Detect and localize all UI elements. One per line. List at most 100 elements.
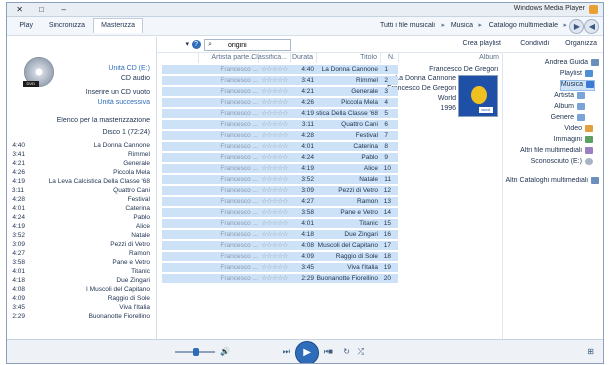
table-row[interactable]: 3 Generale 4:21 ☆☆☆☆☆ Francesco ...	[162, 87, 398, 96]
tab-burn[interactable]: Masterizza	[92, 18, 143, 33]
column-header-rating[interactable]: Classifica...	[251, 53, 290, 63]
track-rating[interactable]: ☆☆☆☆☆	[261, 131, 288, 140]
nav-pictures[interactable]: Immagini	[554, 136, 593, 145]
list-item[interactable]: Festival 4:28	[12, 195, 150, 204]
nav-genre[interactable]: Genere	[551, 114, 585, 123]
nav-user[interactable]: Andrea Guida	[545, 59, 599, 68]
track-rating[interactable]: ☆☆☆☆☆	[261, 164, 288, 173]
track-rating[interactable]: ☆☆☆☆☆	[261, 98, 288, 107]
search-icon[interactable]: ⌕	[208, 41, 212, 49]
list-item[interactable]: Titanic 4:01	[12, 267, 150, 276]
table-row[interactable]: 12 Pezzi di Vetro 3:09 ☆☆☆☆☆ Francesco ...	[162, 186, 398, 195]
nav-disc-drive[interactable]: Sconosciuto (E:)	[531, 158, 593, 167]
breadcrumb-library[interactable]: Catalogo multimediale	[488, 22, 557, 29]
list-item[interactable]: Buonanotte Fiorellino 2:29	[12, 312, 150, 321]
view-options-button[interactable]: ▾	[185, 40, 189, 48]
track-rating[interactable]: ☆☆☆☆☆	[261, 274, 288, 283]
track-rating[interactable]: ☆☆☆☆☆	[261, 109, 288, 118]
list-item[interactable]: I Muscoli del Capitano 4:08	[12, 285, 150, 294]
table-row[interactable]: 5 La Leva Calcistica Della Classe '684:19…	[162, 109, 398, 118]
table-row[interactable]: 1 La Donna Cannone 4:40 ☆☆☆☆☆ Francesco ...	[162, 65, 398, 74]
list-item[interactable]: Ramon 4:27	[12, 249, 150, 258]
list-item[interactable]: Rimmel 3:41	[12, 150, 150, 159]
table-row[interactable]: 6 Quattro Cani 3:11 ☆☆☆☆☆ Francesco ...	[162, 120, 398, 129]
table-row[interactable]: 9 Pablo 4:24 ☆☆☆☆☆ Francesco ...	[162, 153, 398, 162]
list-item[interactable]: La Donna Cannone 4:40	[12, 141, 150, 150]
table-row[interactable]: 10 Alice 4:19 ☆☆☆☆☆ Francesco ...	[162, 164, 398, 173]
nav-playlist[interactable]: Playlist	[560, 70, 593, 79]
breadcrumb-music[interactable]: Musica	[451, 22, 473, 29]
table-row[interactable]: 19 Viva l'Italia 3:45 ☆☆☆☆☆ Francesco ...	[162, 263, 398, 272]
table-row[interactable]: 15 Titanic 4:01 ☆☆☆☆☆ Francesco ...	[162, 219, 398, 228]
list-item[interactable]: Caterina 4:01	[12, 204, 150, 213]
breadcrumb-all-music[interactable]: Tutti i file musicali	[380, 22, 435, 29]
track-rating[interactable]: ☆☆☆☆☆	[261, 241, 288, 250]
back-button[interactable]: ◀	[584, 19, 599, 34]
table-row[interactable]: 20 Buonanotte Fiorellino 2:29 ☆☆☆☆☆ Francesc…	[162, 274, 398, 283]
volume-knob[interactable]	[193, 348, 199, 356]
search-input[interactable]	[228, 40, 288, 50]
list-item[interactable]: Alice 4:19	[12, 222, 150, 231]
create-playlist-menu[interactable]: Crea playlist	[462, 40, 501, 47]
list-item[interactable]: Raggio di Sole 4:09	[12, 294, 150, 303]
column-header-contributing-artist[interactable]: Artista parte...	[198, 53, 258, 63]
nav-album[interactable]: Album	[554, 103, 585, 112]
play-button[interactable]: ▶	[295, 341, 319, 364]
repeat-button[interactable]: ↻	[341, 346, 353, 358]
stream-menu[interactable]: Condividi	[520, 40, 549, 47]
track-rating[interactable]: ☆☆☆☆☆	[261, 186, 288, 195]
list-item[interactable]: Viva l'Italia 3:45	[12, 303, 150, 312]
list-item[interactable]: Due Zingari 4:18	[12, 276, 150, 285]
track-rating[interactable]: ☆☆☆☆☆	[261, 230, 288, 239]
forward-button[interactable]: ▶	[569, 19, 584, 34]
column-header-title[interactable]: Titolo	[316, 53, 380, 63]
track-rating[interactable]: ☆☆☆☆☆	[261, 142, 288, 151]
track-rating[interactable]: ☆☆☆☆☆	[261, 208, 288, 217]
help-icon[interactable]: ?	[192, 40, 201, 49]
column-header-album[interactable]: Album	[398, 53, 502, 63]
table-row[interactable]: 7 Festival 4:28 ☆☆☆☆☆ Francesco ...	[162, 131, 398, 140]
column-header-number[interactable]: N.	[380, 53, 398, 63]
nav-other-libraries[interactable]: Altri Cataloghi multimediali	[506, 177, 599, 186]
list-item[interactable]: Generale 4:21	[12, 159, 150, 168]
list-item[interactable]: Pablo 4:24	[12, 213, 150, 222]
track-rating[interactable]: ☆☆☆☆☆	[261, 252, 288, 261]
table-row[interactable]: 18 Raggio di Sole 4:09 ☆☆☆☆☆ Francesco ...	[162, 252, 398, 261]
close-button[interactable]: ✕	[9, 4, 31, 15]
nav-other-media[interactable]: Altri file multimediali	[520, 147, 593, 156]
track-rating[interactable]: ☆☆☆☆☆	[261, 263, 288, 272]
tab-play[interactable]: Play	[11, 18, 41, 34]
minimize-button[interactable]: –	[53, 4, 75, 15]
track-rating[interactable]: ☆☆☆☆☆	[261, 120, 288, 129]
table-row[interactable]: 17 I Muscoli del Capitano 4:08 ☆☆☆☆☆ Frances…	[162, 241, 398, 250]
table-row[interactable]: 13 Ramon 4:27 ☆☆☆☆☆ Francesco ...	[162, 197, 398, 206]
nav-music[interactable]: Musica	[559, 80, 595, 91]
list-item[interactable]: Pezzi di Vetro 3:09	[12, 240, 150, 249]
column-header-duration[interactable]: Durata	[290, 53, 316, 63]
organize-menu[interactable]: Organizza	[565, 40, 597, 47]
table-row[interactable]: 16 Due Zingari 4:18 ☆☆☆☆☆ Francesco ...	[162, 230, 398, 239]
list-item[interactable]: Natale 3:52	[12, 231, 150, 240]
mute-button[interactable]: 🔊	[219, 346, 231, 358]
maximize-button[interactable]: □	[31, 4, 53, 15]
previous-button[interactable]: ⏮	[321, 346, 333, 358]
table-row[interactable]: 14 Pane e Vetro 3:58 ☆☆☆☆☆ Francesco ...	[162, 208, 398, 217]
table-row[interactable]: 11 Natale 3:52 ☆☆☆☆☆ Francesco ...	[162, 175, 398, 184]
track-rating[interactable]: ☆☆☆☆☆	[261, 76, 288, 85]
track-rating[interactable]: ☆☆☆☆☆	[261, 65, 288, 74]
shuffle-button[interactable]: ⤮	[355, 346, 367, 358]
track-rating[interactable]: ☆☆☆☆☆	[261, 87, 288, 96]
list-item[interactable]: Pane e Vetro 3:58	[12, 258, 150, 267]
table-row[interactable]: 8 Caterina 4:01 ☆☆☆☆☆ Francesco ...	[162, 142, 398, 151]
list-item[interactable]: Piccola Mela 4:26	[12, 168, 150, 177]
list-item[interactable]: Quattro Cani 3:11	[12, 186, 150, 195]
tab-sync[interactable]: Sincronizza	[41, 18, 93, 34]
track-rating[interactable]: ☆☆☆☆☆	[261, 175, 288, 184]
drive-label[interactable]: Unità CD (E:)	[108, 65, 150, 72]
search-box[interactable]: ⌕	[204, 39, 291, 51]
table-row[interactable]: 4 Piccola Mela 4:26 ☆☆☆☆☆ Francesco ...	[162, 98, 398, 107]
track-rating[interactable]: ☆☆☆☆☆	[261, 197, 288, 206]
table-row[interactable]: 2 Rimmel 3:41 ☆☆☆☆☆ Francesco ...	[162, 76, 398, 85]
album-cover[interactable]: word	[458, 75, 498, 117]
nav-video[interactable]: Video	[564, 125, 593, 134]
